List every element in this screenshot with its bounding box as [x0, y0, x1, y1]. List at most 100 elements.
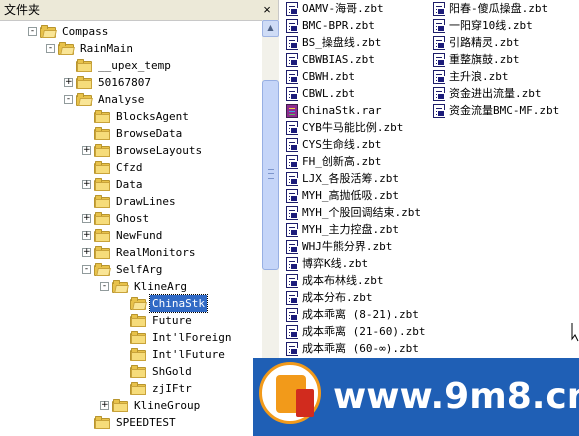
- zbt-file-icon: [285, 137, 299, 152]
- tree-item-label[interactable]: Ghost: [114, 210, 151, 227]
- tree-item-label[interactable]: RealMonitors: [114, 244, 197, 261]
- tree-item[interactable]: SPEEDTEST: [94, 414, 178, 431]
- scroll-grip-icon: [268, 169, 274, 179]
- tree-item-label[interactable]: Cfzd: [114, 159, 145, 176]
- expand-icon[interactable]: +: [64, 78, 73, 87]
- file-item[interactable]: OAMV-海哥.zbt: [285, 0, 384, 17]
- collapse-icon[interactable]: -: [100, 282, 109, 291]
- tree-item-label[interactable]: SelfArg: [114, 261, 164, 278]
- file-item[interactable]: 博弈K线.zbt: [285, 255, 368, 272]
- tree-item-label[interactable]: SPEEDTEST: [114, 414, 178, 431]
- tree-item[interactable]: BlocksAgent: [94, 108, 191, 125]
- tree-item[interactable]: Analyse: [76, 91, 146, 108]
- scroll-up-button[interactable]: ▲: [262, 20, 279, 37]
- tree-item[interactable]: KlineArg: [112, 278, 189, 295]
- tree-item[interactable]: __upex_temp: [76, 57, 173, 74]
- open-folder-icon: [94, 263, 111, 276]
- folder-icon: [76, 59, 92, 72]
- tree-item[interactable]: NewFund: [94, 227, 164, 244]
- tree-item-label[interactable]: ShGold: [150, 363, 194, 380]
- tree-item[interactable]: ChinaStk: [130, 294, 208, 313]
- tree-item[interactable]: Cfzd: [94, 159, 145, 176]
- collapse-icon[interactable]: -: [82, 265, 91, 274]
- expand-icon[interactable]: +: [82, 248, 91, 257]
- tree-item[interactable]: Int'lForeign: [130, 329, 233, 346]
- expand-icon[interactable]: +: [82, 180, 91, 189]
- tree-item[interactable]: KlineGroup: [112, 397, 202, 414]
- zbt-file-icon: [285, 171, 299, 186]
- tree-item-label[interactable]: BlocksAgent: [114, 108, 191, 125]
- file-item[interactable]: CYS生命线.zbt: [285, 136, 381, 153]
- tree-item[interactable]: BrowseData: [94, 125, 184, 142]
- zbt-file-icon: [285, 52, 299, 67]
- file-item[interactable]: ChinaStk.rar: [285, 102, 381, 119]
- tree-item[interactable]: Int'lFuture: [130, 346, 227, 363]
- tree-item-label[interactable]: KlineArg: [132, 278, 189, 295]
- tree-item[interactable]: SelfArg: [94, 261, 164, 278]
- collapse-icon[interactable]: -: [46, 44, 55, 53]
- resize-cursor-icon: [571, 323, 579, 342]
- tree-item[interactable]: Ghost: [94, 210, 151, 227]
- file-item[interactable]: 一阳穿10线.zbt: [432, 17, 533, 34]
- file-item[interactable]: 重整旗鼓.zbt: [432, 51, 520, 68]
- tree-item[interactable]: Data: [94, 176, 145, 193]
- collapse-icon[interactable]: -: [64, 95, 73, 104]
- tree-item-label[interactable]: Int'lFuture: [150, 346, 227, 363]
- tree-item[interactable]: Compass: [40, 23, 110, 40]
- tree-item-label[interactable]: DrawLines: [114, 193, 178, 210]
- expand-icon[interactable]: +: [82, 231, 91, 240]
- expand-icon[interactable]: +: [100, 401, 109, 410]
- tree-item-label[interactable]: NewFund: [114, 227, 164, 244]
- expand-icon[interactable]: +: [82, 214, 91, 223]
- file-item[interactable]: WHJ牛熊分界.zbt: [285, 238, 392, 255]
- file-item[interactable]: BS_操盘线.zbt: [285, 34, 381, 51]
- tree-item-label[interactable]: RainMain: [78, 40, 135, 57]
- file-item[interactable]: MYH_个股回调结束.zbt: [285, 204, 421, 221]
- file-item[interactable]: FH_创新高.zbt: [285, 153, 381, 170]
- tree-item[interactable]: BrowseLayouts: [94, 142, 204, 159]
- tree-item-label[interactable]: Future: [150, 312, 194, 329]
- tree-item[interactable]: RealMonitors: [94, 244, 197, 261]
- tree-item[interactable]: ShGold: [130, 363, 194, 380]
- file-item[interactable]: LJX_各股活筹.zbt: [285, 170, 399, 187]
- file-item[interactable]: MYH_高抛低吸.zbt: [285, 187, 399, 204]
- scroll-thumb[interactable]: [262, 80, 279, 270]
- tree-item[interactable]: 50167807: [76, 74, 153, 91]
- close-icon[interactable]: ×: [260, 0, 274, 20]
- tree-item-label[interactable]: Compass: [60, 23, 110, 40]
- file-name: 重整旗鼓.zbt: [449, 53, 520, 66]
- file-item[interactable]: CBWH.zbt: [285, 68, 355, 85]
- tree-item-label[interactable]: Analyse: [96, 91, 146, 108]
- zbt-file-icon: [285, 341, 299, 356]
- tree-item-label[interactable]: ChinaStk: [149, 294, 208, 313]
- file-item[interactable]: 主升浪.zbt: [432, 68, 509, 85]
- tree-item-label[interactable]: 50167807: [96, 74, 153, 91]
- tree-item-label[interactable]: Int'lForeign: [150, 329, 233, 346]
- tree-item[interactable]: DrawLines: [94, 193, 178, 210]
- tree-item-label[interactable]: KlineGroup: [132, 397, 202, 414]
- tree-item-label[interactable]: BrowseLayouts: [114, 142, 204, 159]
- tree-item[interactable]: Future: [130, 312, 194, 329]
- file-item[interactable]: 阳春-傻瓜操盘.zbt: [432, 0, 548, 17]
- tree-item-label[interactable]: zjIFtr: [150, 380, 194, 397]
- file-item[interactable]: CBWBIAS.zbt: [285, 51, 375, 68]
- file-item[interactable]: 资金流量BMC-MF.zbt: [432, 102, 559, 119]
- file-item[interactable]: 成本乖离 (60-∞).zbt: [285, 340, 419, 357]
- tree-item-label[interactable]: Data: [114, 176, 145, 193]
- collapse-icon[interactable]: -: [28, 27, 37, 36]
- file-item[interactable]: BMC-BPR.zbt: [285, 17, 375, 34]
- file-item[interactable]: CBWL.zbt: [285, 85, 355, 102]
- file-item[interactable]: CYB牛马能比例.zbt: [285, 119, 403, 136]
- tree-item[interactable]: RainMain: [58, 40, 135, 57]
- tree-item-label[interactable]: BrowseData: [114, 125, 184, 142]
- file-item[interactable]: 引路精灵.zbt: [432, 34, 520, 51]
- tree-item[interactable]: zjIFtr: [130, 380, 194, 397]
- file-item[interactable]: 资金进出流量.zbt: [432, 85, 542, 102]
- file-item[interactable]: 成本乖离 (21-60).zbt: [285, 323, 425, 340]
- file-item[interactable]: 成本分布.zbt: [285, 289, 373, 306]
- expand-icon[interactable]: +: [82, 146, 91, 155]
- tree-item-label[interactable]: __upex_temp: [96, 57, 173, 74]
- file-item[interactable]: 成本乖离 (8-21).zbt: [285, 306, 419, 323]
- file-item[interactable]: MYH_主力控盘.zbt: [285, 221, 399, 238]
- file-item[interactable]: 成本布林线.zbt: [285, 272, 384, 289]
